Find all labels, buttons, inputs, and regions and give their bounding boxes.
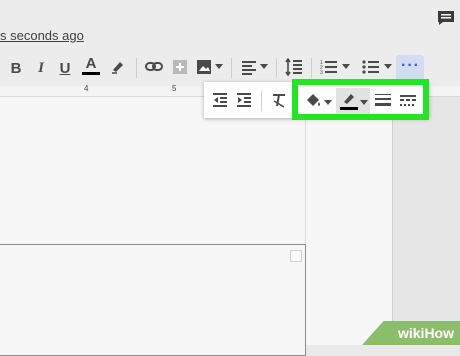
clear-formatting-icon[interactable]: [271, 92, 287, 108]
fill-color-icon[interactable]: [304, 91, 322, 109]
separator: [136, 58, 137, 78]
bulleted-list-dropdown-icon[interactable]: [384, 64, 392, 70]
ruler-mark-5: 5: [172, 84, 177, 93]
text-color-button[interactable]: A: [82, 54, 100, 78]
increase-indent-icon[interactable]: [236, 92, 252, 108]
underline-button[interactable]: U: [57, 56, 73, 80]
table-cell[interactable]: [0, 244, 306, 356]
align-icon[interactable]: [241, 59, 257, 75]
border-color-swatch: [340, 107, 358, 110]
more-button[interactable]: ···: [396, 55, 424, 81]
fill-color-dropdown-icon[interactable]: [324, 100, 332, 106]
border-color-icon: [344, 94, 354, 104]
image-dropdown-icon[interactable]: [215, 64, 223, 70]
italic-icon: I: [38, 59, 44, 76]
highlight-icon[interactable]: [110, 59, 126, 75]
separator: [261, 91, 262, 111]
more-icon: ···: [401, 57, 420, 74]
table-handle[interactable]: [290, 250, 302, 262]
decrease-indent-icon[interactable]: [212, 92, 228, 108]
text-color-swatch: [82, 72, 100, 75]
bold-button[interactable]: B: [8, 56, 24, 80]
insert-comment-icon[interactable]: [172, 59, 188, 75]
image-icon[interactable]: [196, 59, 212, 75]
watermark-logo: wikiHow: [397, 325, 454, 341]
separator: [311, 58, 312, 78]
comment-icon[interactable]: [437, 10, 455, 26]
border-color-dropdown-icon[interactable]: [360, 100, 368, 106]
border-width-icon[interactable]: [375, 93, 391, 107]
border-dash-icon[interactable]: [400, 93, 416, 107]
top-bar: s seconds ago: [0, 0, 460, 50]
numbered-list-dropdown-icon[interactable]: [342, 64, 350, 70]
bold-icon: B: [10, 59, 22, 77]
text-color-icon: A: [85, 55, 97, 72]
italic-button[interactable]: I: [33, 56, 49, 80]
line-spacing-icon[interactable]: [285, 58, 303, 76]
separator: [276, 58, 277, 78]
ruler-mark-4: 4: [84, 84, 89, 93]
svg-text:3: 3: [320, 70, 323, 75]
align-dropdown-icon[interactable]: [260, 64, 268, 70]
underline-icon: U: [59, 59, 71, 77]
separator: [231, 58, 232, 78]
bulleted-list-icon[interactable]: [362, 59, 380, 75]
link-icon[interactable]: [145, 60, 163, 74]
numbered-list-icon[interactable]: 1 2 3: [320, 59, 338, 75]
last-edit-status[interactable]: s seconds ago: [0, 28, 84, 43]
